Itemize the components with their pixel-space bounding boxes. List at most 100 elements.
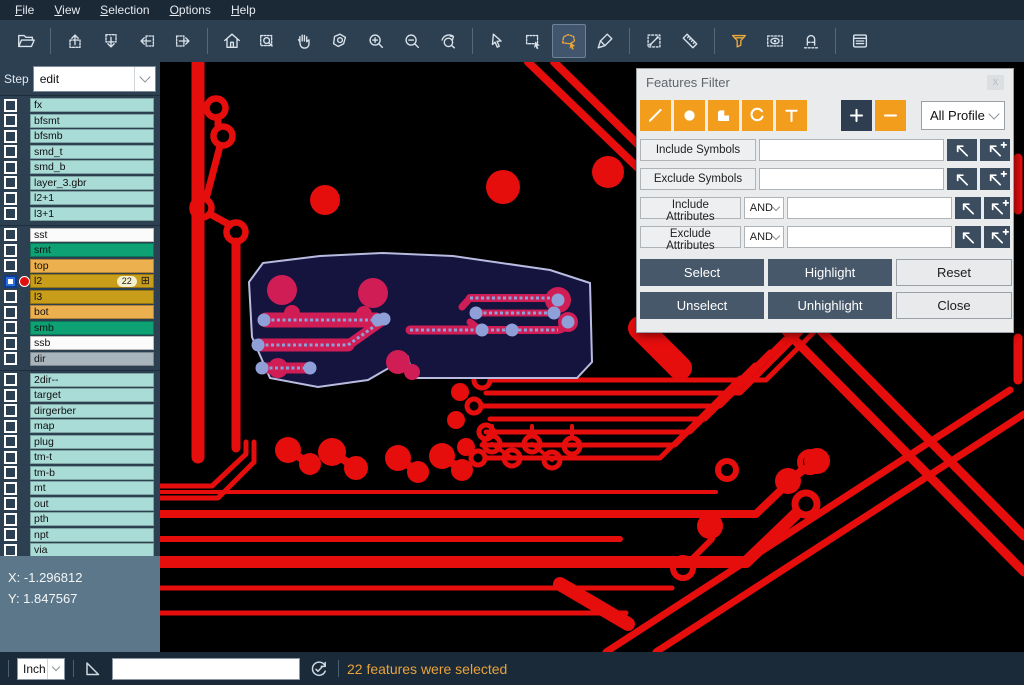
filter-text-icon[interactable] <box>776 100 807 131</box>
layer-color-bar[interactable]: dir <box>30 352 154 366</box>
layer-checkbox[interactable] <box>4 244 17 257</box>
layer-checkbox[interactable] <box>4 99 17 112</box>
layer-checkbox[interactable] <box>4 420 17 433</box>
layer-color-bar[interactable]: smd_t <box>30 145 154 159</box>
layer-row-dirgerber[interactable]: dirgerber <box>0 404 160 418</box>
view-options-icon[interactable] <box>758 24 792 58</box>
unselect-button[interactable]: Unselect <box>640 292 764 319</box>
layer-checkbox[interactable] <box>4 145 17 158</box>
layer-row-l2-1[interactable]: l2+1 <box>0 191 160 205</box>
filter-pad-icon[interactable] <box>674 100 705 131</box>
layer-row-layer-3-gbr[interactable]: layer_3.gbr <box>0 176 160 190</box>
brush-icon[interactable] <box>588 24 622 58</box>
layer-row-2dir-[interactable]: 2dir-- <box>0 373 160 387</box>
close-icon[interactable]: x <box>987 75 1004 90</box>
menu-view[interactable]: View <box>45 1 89 19</box>
layer-row-npt[interactable]: npt <box>0 528 160 542</box>
include-attributes-operator-select[interactable]: AND <box>744 197 784 219</box>
pick-add-from-canvas-icon[interactable] <box>980 168 1010 190</box>
snap-angle-icon[interactable] <box>82 658 104 680</box>
layer-checkbox[interactable] <box>4 275 17 288</box>
select-button[interactable]: Select <box>640 259 764 286</box>
layer-checkbox[interactable] <box>4 161 17 174</box>
layer-row-l2[interactable]: l222⊞ <box>0 274 160 288</box>
pick-add-from-canvas-icon[interactable] <box>984 197 1010 219</box>
exclude-symbols-button[interactable]: Exclude Symbols <box>640 168 756 190</box>
layer-color-bar[interactable]: bfsmb <box>30 129 154 143</box>
layer-color-bar[interactable]: bot <box>30 305 154 319</box>
add-filter-icon[interactable] <box>841 100 872 131</box>
layer-row-sst[interactable]: sst <box>0 228 160 242</box>
layer-checkbox[interactable] <box>4 528 17 541</box>
layer-row-out[interactable]: out <box>0 497 160 511</box>
menu-file[interactable]: File <box>6 1 43 19</box>
include-symbols-button[interactable]: Include Symbols <box>640 139 756 161</box>
layer-row-bfsmt[interactable]: bfsmt <box>0 114 160 128</box>
pick-from-canvas-icon[interactable] <box>947 139 977 161</box>
layer-row-plug[interactable]: plug <box>0 435 160 449</box>
layer-checkbox[interactable] <box>4 389 17 402</box>
layer-color-bar[interactable]: l3 <box>30 290 154 304</box>
layer-checkbox[interactable] <box>4 259 17 272</box>
pick-add-from-canvas-icon[interactable] <box>984 226 1010 248</box>
menu-help[interactable]: Help <box>222 1 265 19</box>
step-select[interactable]: edit <box>33 66 156 92</box>
exclude-attributes-button[interactable]: Exclude Attributes <box>640 226 741 248</box>
layer-row-smt[interactable]: smt <box>0 243 160 257</box>
select-arrow-icon[interactable] <box>480 24 514 58</box>
measure-ruler-icon[interactable] <box>673 24 707 58</box>
layer-checkbox[interactable] <box>4 228 17 241</box>
zoom-previous-icon[interactable] <box>431 24 465 58</box>
refresh-icon[interactable] <box>308 658 330 680</box>
dialog-titlebar[interactable]: Features Filter x <box>637 69 1013 95</box>
layer-color-bar[interactable]: bfsmt <box>30 114 154 128</box>
pan-up-icon[interactable] <box>58 24 92 58</box>
layer-color-bar[interactable]: l2+1 <box>30 191 154 205</box>
layer-row-map[interactable]: map <box>0 419 160 433</box>
layer-checkbox[interactable] <box>4 373 17 386</box>
layer-row-smd-t[interactable]: smd_t <box>0 145 160 159</box>
layer-row-pth[interactable]: pth <box>0 512 160 526</box>
layer-color-bar[interactable]: npt <box>30 528 154 542</box>
layer-checkbox[interactable] <box>4 337 17 350</box>
menu-selection[interactable]: Selection <box>91 1 158 19</box>
filter-arc-icon[interactable] <box>742 100 773 131</box>
exclude-attributes-operator-select[interactable]: AND <box>744 226 784 248</box>
layer-row-tm-b[interactable]: tm-b <box>0 466 160 480</box>
layer-color-bar[interactable]: map <box>30 419 154 433</box>
zoom-area-icon[interactable] <box>251 24 285 58</box>
zoom-in-icon[interactable] <box>359 24 393 58</box>
close-button[interactable]: Close <box>896 292 1012 319</box>
layer-row-bot[interactable]: bot <box>0 305 160 319</box>
layer-color-bar[interactable]: dirgerber <box>30 404 154 418</box>
include-symbols-input[interactable] <box>759 139 944 161</box>
layer-row-smb[interactable]: smb <box>0 321 160 335</box>
layer-row-via[interactable]: via <box>0 543 160 557</box>
layer-color-bar[interactable]: tm-t <box>30 450 154 464</box>
layer-checkbox[interactable] <box>4 321 17 334</box>
layer-checkbox[interactable] <box>4 451 17 464</box>
profile-select[interactable]: All Profile <box>921 101 1005 130</box>
unhighlight-button[interactable]: Unhighlight <box>768 292 892 319</box>
features-filter-icon[interactable] <box>722 24 756 58</box>
selection-polygon[interactable] <box>249 253 592 387</box>
layer-checkbox[interactable] <box>4 207 17 220</box>
grid-icon[interactable]: ⊞ <box>141 276 150 287</box>
layer-color-bar[interactable]: pth <box>30 512 154 526</box>
layer-color-bar[interactable]: top <box>30 259 154 273</box>
layer-color-bar[interactable]: plug <box>30 435 154 449</box>
filter-surface-icon[interactable] <box>708 100 739 131</box>
layer-checkbox[interactable] <box>4 176 17 189</box>
reset-button[interactable]: Reset <box>896 259 1012 286</box>
layer-color-bar[interactable]: fx <box>30 98 154 112</box>
pick-from-canvas-icon[interactable] <box>947 168 977 190</box>
layer-checkbox[interactable] <box>4 130 17 143</box>
zoom-out-icon[interactable] <box>395 24 429 58</box>
layer-row-fx[interactable]: fx <box>0 98 160 112</box>
pan-hand-icon[interactable] <box>287 24 321 58</box>
layer-checkbox[interactable] <box>4 114 17 127</box>
layer-color-bar[interactable]: l222⊞ <box>30 274 154 288</box>
layer-color-bar[interactable]: smt <box>30 243 154 257</box>
layers-panel-icon[interactable] <box>843 24 877 58</box>
select-polygon-icon[interactable] <box>552 24 586 58</box>
